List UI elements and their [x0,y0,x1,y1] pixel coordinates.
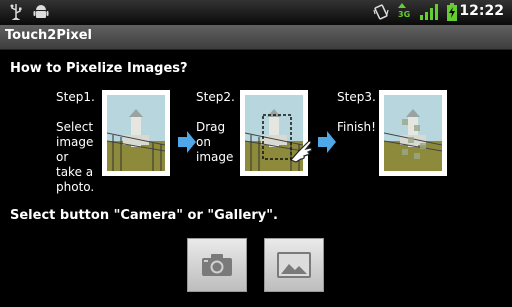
camera-icon [202,254,232,276]
gallery-icon [277,252,311,278]
step3-text: Finish! [337,120,376,134]
step1-photo [102,90,170,176]
network-type-label: 3G [398,10,411,19]
pixelized-lighthouse-image [383,95,443,171]
step1-label: Step1. [56,90,95,104]
battery-charging-icon [447,3,457,21]
step2-text: Drag on image [196,120,234,164]
title-bar: Touch2Pixel [0,25,512,50]
hand-pointer-icon [289,140,313,163]
arrow-right-icon [318,131,336,153]
step3-label: Step3. [337,90,376,104]
lighthouse-image [106,95,166,171]
arrow-right-icon [178,131,196,153]
usb-icon [10,4,22,20]
instructions-heading: How to Pixelize Images? [10,61,188,76]
select-button-instruction: Select button "Camera" or "Gallery". [10,208,278,223]
status-bar: 3G 12:22 [0,0,512,25]
network-type-icon: 3G [398,3,412,21]
gallery-button[interactable] [264,238,324,292]
camera-button[interactable] [187,238,247,292]
step3-photo [379,90,447,176]
vibrate-icon [373,4,389,20]
android-debug-icon [33,5,49,18]
step2-label: Step2. [196,90,235,104]
signal-icon [420,4,438,20]
clock: 12:22 [459,3,504,19]
app-title: Touch2Pixel [5,28,92,43]
step1-text: Select image or take a photo. [56,120,95,194]
